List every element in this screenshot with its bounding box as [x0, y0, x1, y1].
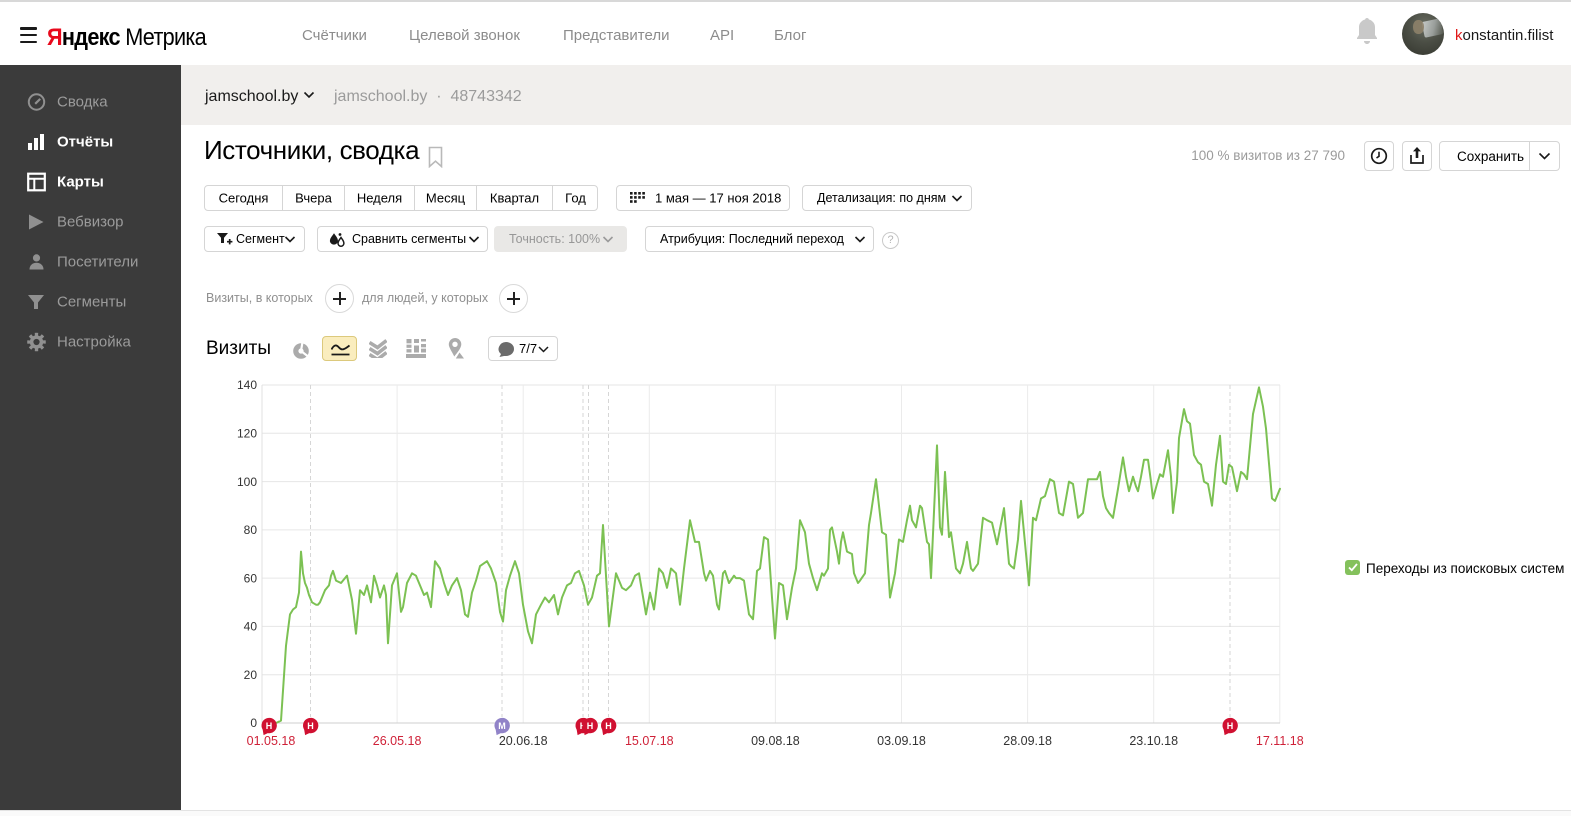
svg-text:Н: Н	[307, 721, 314, 731]
svg-text:120: 120	[237, 427, 257, 441]
svg-text:23.10.18: 23.10.18	[1129, 734, 1178, 748]
svg-text:03.09.18: 03.09.18	[877, 734, 926, 748]
svg-text:0: 0	[250, 716, 257, 730]
svg-text:М: М	[498, 721, 506, 731]
svg-text:60: 60	[244, 571, 258, 585]
svg-text:Н: Н	[605, 721, 612, 731]
svg-text:Н: Н	[266, 721, 273, 731]
svg-text:20: 20	[244, 668, 258, 682]
svg-text:40: 40	[244, 620, 258, 634]
svg-text:Н: Н	[587, 721, 594, 731]
svg-text:140: 140	[237, 378, 257, 392]
svg-text:80: 80	[244, 523, 258, 537]
svg-text:20.06.18: 20.06.18	[499, 734, 548, 748]
svg-text:01.05.18: 01.05.18	[247, 734, 296, 748]
svg-text:28.09.18: 28.09.18	[1003, 734, 1052, 748]
svg-text:Н: Н	[1227, 721, 1234, 731]
svg-text:09.08.18: 09.08.18	[751, 734, 800, 748]
svg-text:17.11.18: 17.11.18	[1256, 734, 1304, 748]
svg-text:26.05.18: 26.05.18	[373, 734, 422, 748]
svg-text:15.07.18: 15.07.18	[625, 734, 674, 748]
svg-text:100: 100	[237, 475, 257, 489]
